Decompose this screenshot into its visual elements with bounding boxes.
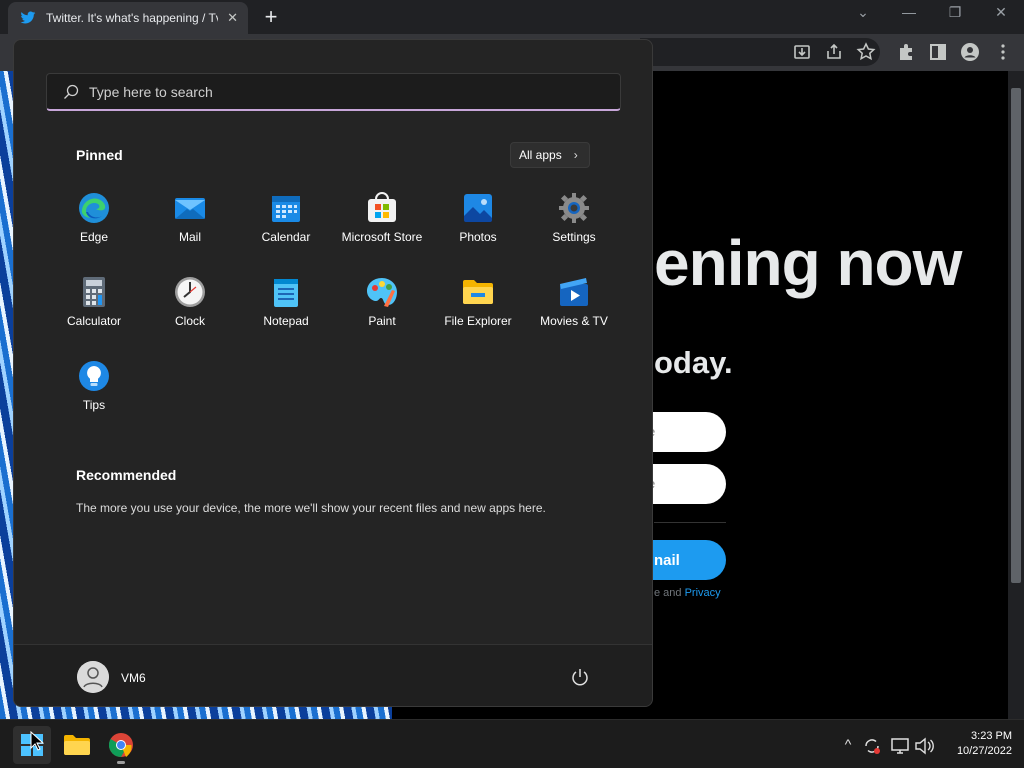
pinned-app-file-explorer[interactable]: File Explorer xyxy=(430,270,526,350)
search-input[interactable] xyxy=(89,74,589,110)
chevron-right-icon: › xyxy=(573,148,578,162)
pinned-app-calendar[interactable]: Calendar xyxy=(238,186,334,266)
share-icon[interactable] xyxy=(824,42,844,62)
app-label: Tips xyxy=(82,398,106,412)
edge-icon xyxy=(79,193,109,223)
pinned-app-movies-tv[interactable]: Movies & TV xyxy=(526,270,622,350)
notepad-icon xyxy=(274,279,298,307)
pinned-app-photos[interactable]: Photos xyxy=(430,186,526,266)
search-icon xyxy=(64,84,79,99)
network-icon[interactable] xyxy=(890,736,910,756)
app-label: Paint xyxy=(368,314,396,328)
recommended-empty-text: The more you use your device, the more w… xyxy=(76,501,546,515)
divider xyxy=(654,522,726,523)
tips-icon xyxy=(79,361,109,391)
close-window-button[interactable]: ✕ xyxy=(986,4,1016,21)
browser-tab-twitter[interactable]: Twitter. It's what's happening / Tv ✕ xyxy=(8,2,248,34)
start-menu: Pinned All apps › Edge Mail Calendar Mic… xyxy=(13,39,653,707)
pinned-app-tips[interactable]: Tips xyxy=(46,354,142,434)
running-indicator xyxy=(117,761,125,764)
avatar xyxy=(77,661,109,693)
tab-title: Twitter. It's what's happening / Tv xyxy=(46,11,218,25)
tab-search-chevron-icon[interactable]: ⌄ xyxy=(848,4,878,21)
calculator-icon xyxy=(83,277,105,307)
mouse-cursor-icon xyxy=(30,731,44,751)
paint-icon xyxy=(367,278,397,307)
start-search-box[interactable] xyxy=(46,73,621,111)
clock-date: 10/27/2022 xyxy=(956,745,1012,757)
user-name: VM6 xyxy=(121,671,146,685)
app-label: Photos xyxy=(459,230,497,244)
profile-icon[interactable] xyxy=(960,42,980,62)
chrome-icon xyxy=(109,733,133,757)
file-explorer-taskbar-button[interactable] xyxy=(58,726,96,764)
pinned-app-calculator[interactable]: Calculator xyxy=(46,270,142,350)
twitter-bird-icon xyxy=(20,11,36,24)
taskbar-clock[interactable]: 3:23 PM 10/27/2022 xyxy=(940,729,1012,759)
new-tab-button[interactable]: + xyxy=(259,4,283,30)
hero-heading: ening now xyxy=(654,227,962,299)
mail-icon xyxy=(175,198,205,219)
pinned-app-edge[interactable]: Edge xyxy=(46,186,142,266)
extensions-icon[interactable] xyxy=(896,42,916,62)
install-app-icon[interactable] xyxy=(792,42,812,62)
app-label: Notepad xyxy=(263,314,309,328)
photos-icon xyxy=(464,194,492,222)
pinned-app-mail[interactable]: Mail xyxy=(142,186,238,266)
recommended-heading: Recommended xyxy=(76,467,177,483)
app-label: File Explorer xyxy=(444,314,512,328)
scrollbar-thumb[interactable] xyxy=(1011,88,1021,583)
app-label: Calculator xyxy=(66,314,122,328)
calendar-icon xyxy=(272,196,300,222)
app-label: Settings xyxy=(552,230,596,244)
start-footer: VM6 xyxy=(14,644,652,706)
movies-icon xyxy=(560,278,588,306)
side-panel-icon[interactable] xyxy=(928,42,948,62)
taskbar: ^ 3:23 PM 10/27/2022 xyxy=(0,719,1024,768)
power-icon[interactable] xyxy=(570,667,590,687)
pinned-app-clock[interactable]: Clock xyxy=(142,270,238,350)
privacy-link[interactable]: Privacy xyxy=(685,587,721,599)
minimize-button[interactable]: — xyxy=(894,4,924,20)
join-today-heading: oday. xyxy=(654,345,733,380)
pinned-app-settings[interactable]: Settings xyxy=(526,186,622,266)
restore-button[interactable]: ❐ xyxy=(940,4,970,21)
app-label: Mail xyxy=(178,230,201,244)
volume-icon[interactable] xyxy=(914,736,934,756)
app-label: Clock xyxy=(174,314,205,328)
terms-text: e and Privacy xyxy=(654,587,721,599)
address-bar[interactable] xyxy=(640,38,880,66)
app-label: Microsoft Store xyxy=(341,230,423,244)
show-hidden-icons-chevron[interactable]: ^ xyxy=(838,736,858,752)
sync-icon[interactable] xyxy=(862,736,882,756)
tab-close-icon[interactable]: ✕ xyxy=(227,10,238,26)
more-options-icon[interactable] xyxy=(993,42,1013,62)
browser-tab-bar: Twitter. It's what's happening / Tv ✕ + … xyxy=(0,0,1024,34)
bookmark-star-icon[interactable] xyxy=(856,42,876,62)
pinned-app-paint[interactable]: Paint xyxy=(334,270,430,350)
folder-icon xyxy=(463,280,493,304)
pinned-app-notepad[interactable]: Notepad xyxy=(238,270,334,350)
clock-icon xyxy=(175,277,205,307)
pinned-heading: Pinned xyxy=(76,147,123,163)
app-label: Calendar xyxy=(261,230,311,244)
chrome-taskbar-button[interactable] xyxy=(102,726,140,764)
terms-prefix: e and xyxy=(654,587,685,599)
folder-icon xyxy=(64,735,90,755)
store-icon xyxy=(368,192,396,222)
pinned-app-microsoft-store[interactable]: Microsoft Store xyxy=(334,186,430,266)
all-apps-button[interactable]: All apps › xyxy=(510,142,590,168)
clock-time: 3:23 PM xyxy=(971,730,1012,742)
app-label: Movies & TV xyxy=(540,314,608,328)
settings-icon xyxy=(559,193,589,223)
app-label: Edge xyxy=(79,230,109,244)
all-apps-label: All apps xyxy=(519,148,562,162)
